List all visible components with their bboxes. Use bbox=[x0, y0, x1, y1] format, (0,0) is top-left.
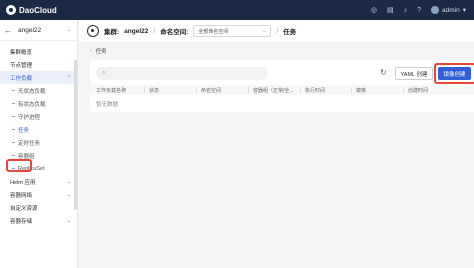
search-input[interactable]: ⌕ bbox=[96, 67, 268, 80]
column-header-pods[interactable]: 容器组（正常/全... bbox=[253, 87, 294, 94]
sidebar-item-label: 容器存储 bbox=[10, 218, 33, 225]
back-arrow-icon[interactable]: ← bbox=[4, 26, 12, 35]
sidebar-item-custom-resources[interactable]: 自定义资源 bbox=[0, 201, 77, 214]
topbar-actions: ◎ ▤ ♪ ? admin ▾ bbox=[371, 0, 466, 20]
column-header-execution-time[interactable]: 执行时间 bbox=[305, 87, 325, 94]
brand-logo[interactable]: DaoCloud bbox=[6, 5, 57, 15]
top-navbar: DaoCloud ◎ ▤ ♪ ? admin ▾ bbox=[0, 0, 474, 20]
jobs-list-card: ⌕ ↻ YAML 创建 镜像创建 工作负载名称 状态 命名空间 容器组（正常/全… bbox=[90, 60, 474, 112]
sidebar-item-container-storage[interactable]: 容器存储 ⌄ bbox=[0, 214, 77, 227]
sidebar-item-node-management[interactable]: 节点管理 bbox=[0, 58, 77, 71]
page-header: 集群: angel22 / 命名空间: 全部命名空间 ⌄ / 任务 bbox=[79, 20, 474, 42]
sidebar-item-cluster-overview[interactable]: 集群概览 bbox=[0, 45, 77, 58]
column-divider bbox=[248, 87, 249, 93]
chevron-down-icon: ⌄ bbox=[262, 28, 267, 34]
header-separator: / bbox=[153, 27, 156, 35]
jobs-highlight-box bbox=[6, 159, 32, 172]
chevron-right-icon[interactable]: › bbox=[90, 48, 92, 54]
daocloud-logo-icon bbox=[6, 5, 16, 15]
header-separator: / bbox=[276, 27, 279, 35]
namespace-select[interactable]: 全部命名空间 ⌄ bbox=[193, 25, 272, 37]
sidebar-item-workloads[interactable]: 工作负载 ⌃ bbox=[0, 71, 77, 84]
column-header-status[interactable]: 状态 bbox=[149, 87, 159, 94]
chevron-down-icon: ⌄ bbox=[66, 191, 71, 198]
page-title: 任务 bbox=[283, 29, 297, 36]
cluster-name: angel22 bbox=[18, 26, 42, 34]
cluster-icon bbox=[87, 25, 99, 37]
column-divider bbox=[351, 87, 352, 93]
breadcrumb-item: 任务 bbox=[95, 49, 107, 55]
doc-icon[interactable]: ▤ bbox=[387, 7, 394, 14]
bell-icon[interactable]: ♪ bbox=[404, 7, 408, 14]
avatar bbox=[431, 6, 440, 14]
column-divider bbox=[300, 87, 301, 93]
empty-state-text: 暂无数据 bbox=[96, 102, 119, 108]
cluster-label: 集群: bbox=[104, 29, 120, 36]
image-create-highlight-box bbox=[434, 63, 474, 84]
column-divider bbox=[196, 87, 197, 93]
sidebar-item-container-network[interactable]: 容器网络 ⌄ bbox=[0, 188, 77, 201]
column-header-workload-name[interactable]: 工作负载名称 bbox=[96, 87, 126, 94]
sidebar-item-label: Helm 应用 bbox=[10, 179, 36, 186]
chevron-down-icon: ⌄ bbox=[66, 178, 71, 185]
column-divider bbox=[403, 87, 404, 93]
sidebar-scrollbar[interactable] bbox=[74, 60, 77, 210]
user-name: admin bbox=[442, 6, 460, 14]
user-menu[interactable]: admin ▾ bbox=[431, 6, 466, 14]
chevron-up-icon: ⌃ bbox=[66, 74, 71, 81]
table-header: 工作负载名称 状态 命名空间 容器组（正常/全... 执行时间 镜像 创建时间 bbox=[90, 85, 474, 95]
sidebar-item-daemonsets[interactable]: 守护进程 bbox=[0, 110, 77, 123]
sidebar-nav: 集群概览 节点管理 工作负载 ⌃ 无状态负载 有状态负载 守护进程 任务 定时任… bbox=[0, 41, 77, 227]
chevron-down-icon: ⌄ bbox=[66, 27, 71, 33]
brand-name: DaoCloud bbox=[19, 5, 57, 15]
sidebar-item-label: 容器网络 bbox=[10, 192, 33, 199]
sidebar: ← angel22 ⌄ 集群概览 节点管理 工作负载 ⌃ 无状态负载 有状态负载… bbox=[0, 20, 78, 268]
breadcrumb: › 任务 bbox=[90, 46, 107, 56]
namespace-value: 全部命名空间 bbox=[198, 28, 229, 35]
sidebar-item-statefulsets[interactable]: 有状态负载 bbox=[0, 97, 77, 110]
sidebar-item-deployments[interactable]: 无状态负载 bbox=[0, 84, 77, 97]
column-header-namespace[interactable]: 命名空间 bbox=[201, 87, 221, 94]
cluster-value: angel22 bbox=[124, 27, 149, 35]
column-header-created-time[interactable]: 创建时间 bbox=[408, 87, 428, 94]
search-icon: ⌕ bbox=[102, 70, 106, 76]
sidebar-item-label: 工作负载 bbox=[10, 75, 33, 82]
yaml-create-button[interactable]: YAML 创建 bbox=[395, 67, 433, 80]
column-divider bbox=[144, 87, 145, 93]
sidebar-item-helm-apps[interactable]: Helm 应用 ⌄ bbox=[0, 175, 77, 188]
cluster-switcher[interactable]: ← angel22 ⌄ bbox=[0, 20, 77, 41]
chevron-down-icon: ▾ bbox=[462, 7, 466, 14]
help-icon[interactable]: ? bbox=[417, 7, 421, 14]
sidebar-item-cronjobs[interactable]: 定时任务 bbox=[0, 136, 77, 149]
sidebar-item-jobs[interactable]: 任务 bbox=[0, 123, 77, 136]
refresh-icon[interactable]: ↻ bbox=[380, 69, 387, 77]
globe-icon[interactable]: ◎ bbox=[371, 7, 377, 14]
namespace-label: 命名空间: bbox=[160, 29, 189, 36]
column-header-image[interactable]: 镜像 bbox=[356, 87, 366, 94]
chevron-down-icon: ⌄ bbox=[66, 217, 71, 224]
